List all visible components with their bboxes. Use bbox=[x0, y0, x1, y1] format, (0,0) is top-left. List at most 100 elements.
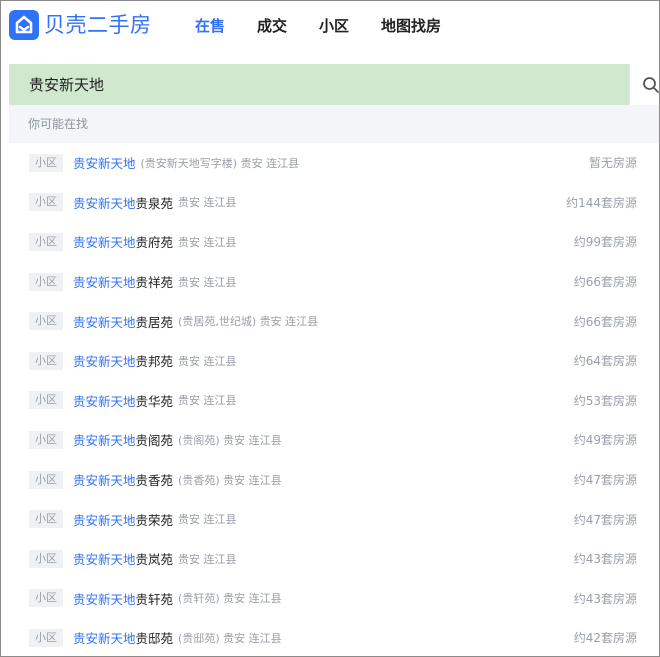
listing-count: 约43套房源 bbox=[573, 591, 637, 606]
name-suffix: 贵泉苑 bbox=[135, 195, 174, 211]
community-name: 贵安新天地贵轩苑 bbox=[73, 589, 173, 608]
name-suffix: 贵阁苑 bbox=[135, 433, 174, 449]
matched-text: 贵安新天地 bbox=[73, 354, 136, 370]
listing-count: 约43套房源 bbox=[573, 552, 637, 567]
type-tag: 小区 bbox=[29, 153, 63, 172]
community-name: 贵安新天地贵泉苑 bbox=[73, 193, 173, 212]
name-suffix: 贵邦苑 bbox=[135, 354, 174, 370]
main-nav: 在售 成交 小区 地图找房 bbox=[195, 15, 473, 37]
listing-count: 约64套房源 bbox=[573, 354, 637, 369]
location-meta: 贵安 连江县 bbox=[178, 513, 237, 527]
matched-text: 贵安新天地 bbox=[73, 275, 136, 291]
matched-text: 贵安新天地 bbox=[73, 195, 136, 211]
nav-item-community[interactable]: 小区 bbox=[319, 15, 349, 37]
suggestion-list: 小区 贵安新天地 (贵安新天地写字楼) 贵安 连江县 暂无房源 小区 贵安新天地贵泉苑 贵安… bbox=[9, 143, 659, 656]
community-name: 贵安新天地贵香苑 bbox=[73, 470, 173, 489]
type-tag: 小区 bbox=[29, 312, 63, 331]
matched-text: 贵安新天地 bbox=[73, 433, 136, 449]
location-meta: (贵安新天地写字楼) 贵安 连江县 bbox=[140, 156, 300, 170]
community-name: 贵安新天地 bbox=[73, 153, 136, 172]
location-meta: 贵安 连江县 bbox=[178, 275, 237, 289]
nav-item-map-search[interactable]: 地图找房 bbox=[381, 15, 441, 37]
suggestion-item[interactable]: 小区 贵安新天地 (贵安新天地写字楼) 贵安 连江县 暂无房源 bbox=[9, 143, 659, 183]
name-suffix: 贵邸苑 bbox=[135, 631, 174, 647]
suggestion-item[interactable]: 小区 贵安新天地贵香苑 (贵香苑) 贵安 连江县 约47套房源 bbox=[9, 460, 659, 500]
location-meta: 贵安 连江县 bbox=[178, 196, 237, 210]
suggestion-item[interactable]: 小区 贵安新天地贵泉苑 贵安 连江县 约144套房源 bbox=[9, 183, 659, 223]
community-name: 贵安新天地贵华苑 bbox=[73, 391, 173, 410]
type-tag: 小区 bbox=[29, 391, 63, 410]
location-meta: (贵邸苑) 贵安 连江县 bbox=[178, 631, 282, 645]
matched-text: 贵安新天地 bbox=[73, 393, 136, 409]
nav-item-sold[interactable]: 成交 bbox=[257, 15, 287, 37]
suggestion-item[interactable]: 小区 贵安新天地贵祥苑 贵安 连江县 约66套房源 bbox=[9, 262, 659, 302]
type-tag: 小区 bbox=[29, 510, 63, 529]
community-name: 贵安新天地贵荣苑 bbox=[73, 510, 173, 529]
suggestion-item[interactable]: 小区 贵安新天地贵华苑 贵安 连江县 约53套房源 bbox=[9, 381, 659, 421]
type-tag: 小区 bbox=[29, 351, 63, 370]
search-bar bbox=[9, 64, 629, 105]
brand-name: 贝壳二手房 bbox=[44, 13, 152, 37]
matched-text: 贵安新天地 bbox=[73, 591, 136, 607]
matched-text: 贵安新天地 bbox=[73, 156, 136, 172]
listing-count: 约49套房源 bbox=[573, 433, 637, 448]
type-tag: 小区 bbox=[29, 272, 63, 291]
suggestion-item[interactable]: 小区 贵安新天地贵岚苑 贵安 连江县 约43套房源 bbox=[9, 539, 659, 579]
location-meta: (贵轩苑) 贵安 连江县 bbox=[178, 592, 282, 606]
nav-item-on-sale[interactable]: 在售 bbox=[195, 15, 225, 37]
community-name: 贵安新天地贵阁苑 bbox=[73, 430, 173, 449]
browser-frame: 贝壳二手房 在售 成交 小区 地图找房 你可能在找 小区贵安新天地(贵安新天地写… bbox=[0, 0, 660, 657]
matched-text: 贵安新天地 bbox=[73, 473, 136, 489]
community-name: 贵安新天地贵祥苑 bbox=[73, 272, 173, 291]
location-meta: 贵安 连江县 bbox=[178, 394, 237, 408]
listing-count: 约53套房源 bbox=[573, 393, 637, 408]
type-tag: 小区 bbox=[29, 549, 63, 568]
location-meta: 贵安 连江县 bbox=[178, 235, 237, 249]
community-name: 贵安新天地贵邦苑 bbox=[73, 351, 173, 370]
listing-count: 约66套房源 bbox=[573, 275, 637, 290]
suggestion-item[interactable]: 小区 贵安新天地贵府苑 贵安 连江县 约99套房源 bbox=[9, 222, 659, 262]
search-button[interactable] bbox=[629, 64, 659, 105]
type-tag: 小区 bbox=[29, 232, 63, 251]
name-suffix: 贵香苑 bbox=[135, 473, 174, 489]
suggestion-item[interactable]: 小区 贵安新天地贵邸苑 (贵邸苑) 贵安 连江县 约42套房源 bbox=[9, 618, 659, 656]
name-suffix: 贵居苑 bbox=[135, 314, 174, 330]
suggestion-item[interactable]: 小区 贵安新天地贵居苑 (贵居苑,世纪城) 贵安 连江县 约66套房源 bbox=[9, 301, 659, 341]
listing-count: 约99套房源 bbox=[573, 235, 637, 250]
name-suffix: 贵轩苑 bbox=[135, 591, 174, 607]
listing-count: 约66套房源 bbox=[573, 314, 637, 329]
listing-count: 约47套房源 bbox=[573, 473, 637, 488]
location-meta: 贵安 连江县 bbox=[178, 552, 237, 566]
suggestion-item[interactable]: 小区 贵安新天地贵阁苑 (贵阁苑) 贵安 连江县 约49套房源 bbox=[9, 420, 659, 460]
name-suffix: 贵祥苑 bbox=[135, 275, 174, 291]
suggestion-item[interactable]: 小区 贵安新天地贵荣苑 贵安 连江县 约47套房源 bbox=[9, 499, 659, 539]
listing-count: 暂无房源 bbox=[588, 156, 637, 171]
suggestion-item[interactable]: 小区 贵安新天地贵轩苑 (贵轩苑) 贵安 连江县 约43套房源 bbox=[9, 579, 659, 619]
listing-count: 约144套房源 bbox=[566, 195, 637, 210]
matched-text: 贵安新天地 bbox=[73, 631, 136, 647]
type-tag: 小区 bbox=[29, 589, 63, 608]
community-name: 贵安新天地贵岚苑 bbox=[73, 549, 173, 568]
beike-logo-icon bbox=[9, 10, 39, 40]
search-input[interactable] bbox=[9, 64, 629, 105]
name-suffix: 贵岚苑 bbox=[135, 552, 174, 568]
type-tag: 小区 bbox=[29, 470, 63, 489]
type-tag: 小区 bbox=[29, 193, 63, 212]
suggestion-header: 你可能在找 bbox=[9, 105, 659, 143]
suggestion-item[interactable]: 小区 贵安新天地贵邦苑 贵安 连江县 约64套房源 bbox=[9, 341, 659, 381]
matched-text: 贵安新天地 bbox=[73, 552, 136, 568]
type-tag: 小区 bbox=[29, 628, 63, 647]
community-name: 贵安新天地贵府苑 bbox=[73, 232, 173, 251]
location-meta: (贵香苑) 贵安 连江县 bbox=[178, 473, 282, 487]
search-icon bbox=[643, 77, 659, 93]
community-name: 贵安新天地贵邸苑 bbox=[73, 628, 173, 647]
name-suffix: 贵府苑 bbox=[135, 235, 174, 251]
location-meta: (贵居苑,世纪城) 贵安 连江县 bbox=[178, 315, 319, 329]
site-header: 贝壳二手房 在售 成交 小区 地图找房 bbox=[1, 1, 659, 53]
matched-text: 贵安新天地 bbox=[73, 235, 136, 251]
brand-logo[interactable]: 贝壳二手房 bbox=[9, 10, 152, 40]
type-tag: 小区 bbox=[29, 430, 63, 449]
name-suffix: 贵荣苑 bbox=[135, 512, 174, 528]
location-meta: 贵安 连江县 bbox=[178, 354, 237, 368]
community-name: 贵安新天地贵居苑 bbox=[73, 312, 173, 331]
